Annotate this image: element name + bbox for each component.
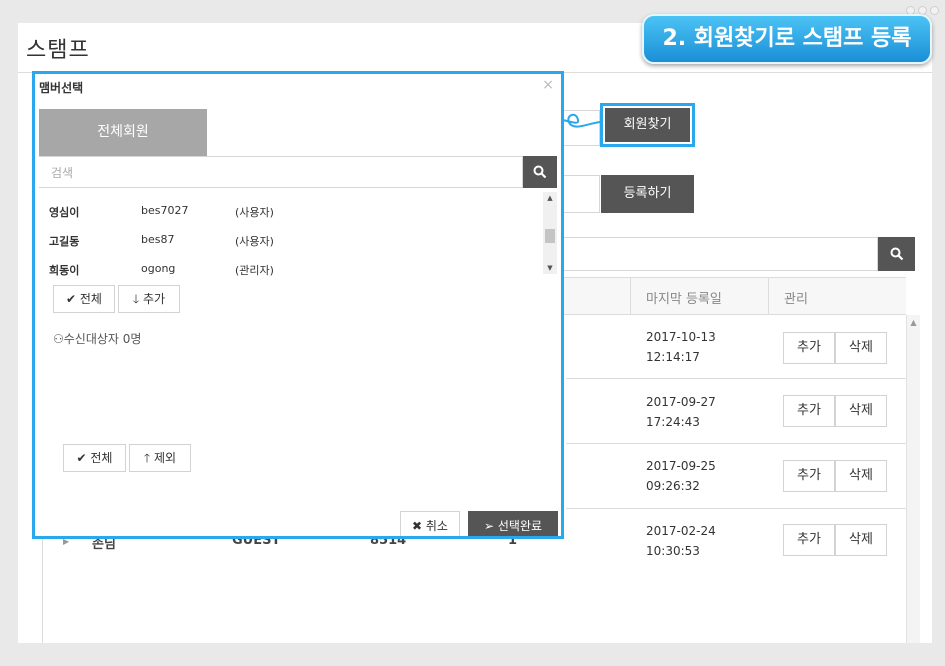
- step-callout: 2. 회원찾기로 스탬프 등록: [642, 14, 932, 64]
- scroll-up-icon[interactable]: ▲: [907, 318, 920, 327]
- close-icon: ✖: [412, 519, 423, 533]
- search-icon: [890, 247, 903, 261]
- row-date: 2017-10-13 12:14:17: [646, 327, 716, 367]
- remove-recipient-button[interactable]: 🡑 제외: [129, 444, 191, 472]
- remove-label: 제외: [153, 451, 177, 465]
- date-value: 2017-02-24: [646, 524, 716, 538]
- delete-stamp-button[interactable]: 삭제: [835, 460, 887, 492]
- member-role: (관리자): [235, 264, 274, 277]
- close-icon[interactable]: ×: [542, 77, 554, 93]
- user-icon: ⚇: [53, 332, 64, 346]
- check-icon: ✔: [76, 451, 87, 465]
- register-button[interactable]: 등록하기: [601, 175, 694, 213]
- row-divider: [566, 378, 906, 379]
- member-search-button[interactable]: [523, 156, 557, 188]
- cancel-label: 취소: [425, 519, 448, 533]
- list-search-button[interactable]: [878, 237, 915, 271]
- member-name: 희동이: [49, 264, 80, 277]
- member-list-scrollbar[interactable]: ▲ ▼: [543, 192, 557, 274]
- member-id: ogong: [141, 262, 176, 275]
- time-value: 10:30:53: [646, 544, 700, 558]
- member-select-modal: 맴버선택 × 전체회원 검색 영심이 bes7027 (사용자) 고길동 bes…: [32, 71, 564, 539]
- date-value: 2017-09-25: [646, 459, 716, 473]
- scroll-up-icon[interactable]: ▲: [543, 192, 557, 204]
- select-all-button[interactable]: ✔ 전체: [53, 285, 115, 313]
- time-value: 09:26:32: [646, 479, 700, 493]
- header-last-registered[interactable]: 마지막 등록일: [646, 288, 722, 307]
- select-all-label: 전체: [90, 451, 113, 465]
- column-divider: [768, 277, 769, 315]
- row-date: 2017-02-24 10:30:53: [646, 521, 716, 561]
- header-manage: 관리: [784, 292, 808, 307]
- row-divider: [566, 508, 906, 509]
- date-value: 2017-09-27: [646, 395, 716, 409]
- add-stamp-button[interactable]: 추가: [783, 395, 835, 427]
- member-role: (사용자): [235, 235, 274, 248]
- member-id: bes87: [141, 233, 175, 246]
- recipient-label: 수신대상자 0명: [63, 332, 142, 346]
- confirm-label: 선택완료: [497, 519, 543, 533]
- row-date: 2017-09-25 09:26:32: [646, 456, 716, 496]
- delete-stamp-button[interactable]: 삭제: [835, 524, 887, 556]
- list-search-input[interactable]: [560, 237, 878, 271]
- row-divider: [566, 443, 906, 444]
- search-icon: [533, 165, 547, 179]
- select-all-recipients-button[interactable]: ✔ 전체: [63, 444, 126, 472]
- select-all-label: 전체: [79, 292, 102, 306]
- page-title: 스탬프: [26, 38, 90, 63]
- add-member-button[interactable]: 🡓 추가: [118, 285, 180, 313]
- arrow-down-icon: 🡓: [132, 292, 140, 306]
- add-label: 추가: [142, 292, 166, 306]
- member-name: 고길동: [49, 235, 80, 248]
- table-scrollbar[interactable]: ▲: [906, 315, 920, 643]
- tab-all-members[interactable]: 전체회원: [39, 109, 207, 156]
- stamp-count-input[interactable]: [560, 175, 600, 213]
- delete-stamp-button[interactable]: 삭제: [835, 395, 887, 427]
- time-value: 12:14:17: [646, 350, 700, 364]
- scroll-down-icon[interactable]: ▼: [543, 262, 557, 274]
- column-divider: [630, 277, 631, 315]
- check-icon: ✔: [66, 292, 77, 306]
- find-member-highlight: 회원찾기: [600, 103, 695, 147]
- member-role: (사용자): [235, 206, 274, 219]
- scroll-thumb[interactable]: [545, 229, 555, 243]
- add-stamp-button[interactable]: 추가: [783, 524, 835, 556]
- confirm-selection-button[interactable]: ➢ 선택완료: [468, 511, 558, 536]
- time-value: 17:24:43: [646, 415, 700, 429]
- modal-title: 맴버선택: [39, 81, 84, 95]
- arrow-up-icon: 🡑: [143, 451, 151, 465]
- send-icon: ➢: [483, 519, 495, 533]
- find-member-button[interactable]: 회원찾기: [605, 108, 690, 142]
- member-id: bes7027: [141, 204, 189, 217]
- date-value: 2017-10-13: [646, 330, 716, 344]
- row-date: 2017-09-27 17:24:43: [646, 392, 716, 432]
- add-stamp-button[interactable]: 추가: [783, 332, 835, 364]
- recipient-count: ⚇수신대상자 0명: [53, 330, 141, 347]
- add-stamp-button[interactable]: 추가: [783, 460, 835, 492]
- member-name: 영심이: [49, 206, 80, 219]
- window-dot[interactable]: [930, 6, 939, 15]
- delete-stamp-button[interactable]: 삭제: [835, 332, 887, 364]
- member-search-input[interactable]: 검색: [39, 156, 523, 188]
- cancel-button[interactable]: ✖ 취소: [400, 511, 460, 536]
